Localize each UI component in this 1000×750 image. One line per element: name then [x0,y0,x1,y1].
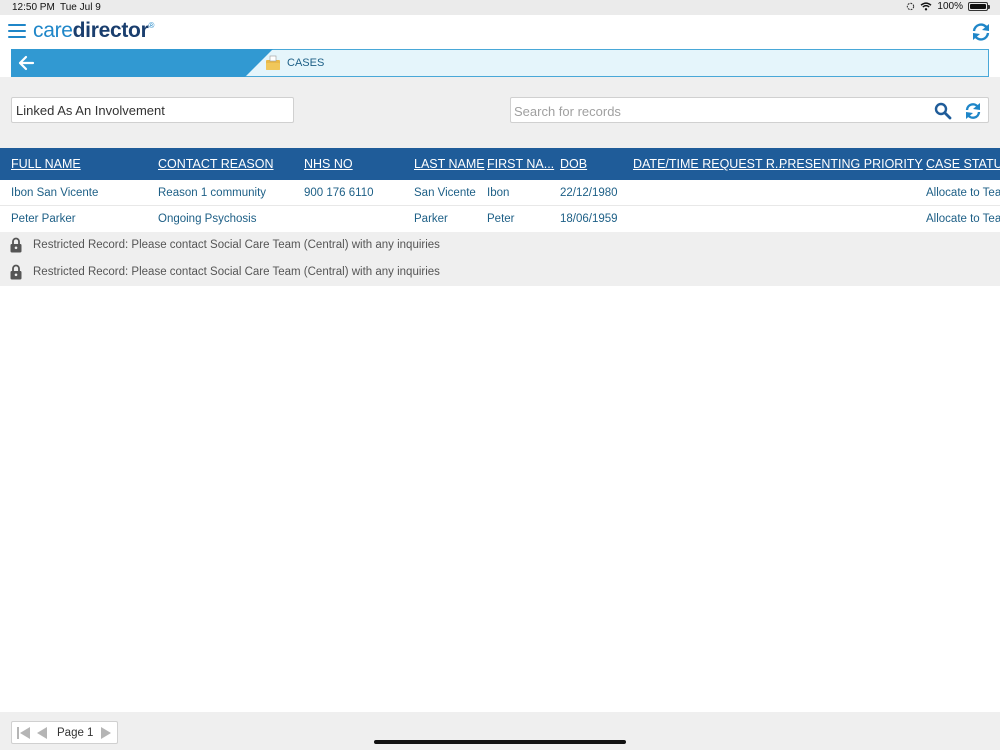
status-right: 100% [906,1,990,12]
restricted-record-text: Restricted Record: Please contact Social… [33,266,440,278]
app-header: caredirector® [0,15,1000,49]
column-last-name[interactable]: LAST NAME [414,157,485,171]
breadcrumb: CASES [11,49,989,77]
column-dob[interactable]: DOB [560,157,587,171]
cell-contact-reason: Reason 1 community [158,187,267,199]
cell-first-name: Ibon [487,187,510,199]
status-date: Tue Jul 9 [60,2,101,13]
wifi-icon [920,2,932,11]
column-presenting-priority[interactable]: PRESENTING PRIORITY [779,157,923,171]
refresh-icon[interactable] [963,101,983,121]
cases-folder-icon [266,55,280,70]
cell-last-name: San Vicente [414,187,476,199]
page-label: Page 1 [57,727,94,739]
home-indicator[interactable] [374,740,626,744]
view-selector[interactable]: Linked As An Involvement [11,97,294,123]
column-datetime-request[interactable]: DATE/TIME REQUEST R... [633,157,785,171]
table-row[interactable]: Peter Parker Ongoing Psychosis Parker Pe… [0,206,1000,232]
footer: Page 1 [0,712,1000,750]
battery-percent: 100% [937,1,963,12]
cell-nhs-no: 900 176 6110 [304,187,374,199]
next-page-icon[interactable] [100,726,112,740]
pager: Page 1 [11,721,118,744]
status-bar: 12:50 PM Tue Jul 9 100% [0,0,1000,15]
sync-icon[interactable] [970,21,992,43]
search-icon[interactable] [934,102,952,120]
column-contact-reason[interactable]: CONTACT REASON [158,157,274,171]
lock-icon [10,264,22,280]
rotation-lock-icon [907,2,915,11]
restricted-record-row[interactable]: Restricted Record: Please contact Social… [0,259,1000,286]
lock-icon [10,237,22,253]
cell-last-name: Parker [414,213,448,225]
cell-dob: 18/06/1959 [560,213,618,225]
cell-first-name: Peter [487,213,515,225]
table-row[interactable]: Ibon San Vicente Reason 1 community 900 … [0,180,1000,206]
previous-page-icon[interactable] [36,726,48,740]
cell-dob: 22/12/1980 [560,187,618,199]
first-page-icon[interactable] [16,726,31,740]
column-first-name[interactable]: FIRST NA... [487,157,554,171]
column-full-name[interactable]: FULL NAME [11,157,81,171]
search-box [510,97,989,123]
app-root: 12:50 PM Tue Jul 9 100% caredirector® CA… [0,0,1000,750]
column-nhs-no[interactable]: NHS NO [304,157,353,171]
status-time: 12:50 PM [12,2,55,13]
table-header: FULL NAME CONTACT REASON NHS NO LAST NAM… [0,148,1000,180]
cell-case-status: Allocate to Team [926,213,1000,225]
cell-full-name: Ibon San Vicente [11,187,99,199]
restricted-record-row[interactable]: Restricted Record: Please contact Social… [0,232,1000,259]
cell-contact-reason: Ongoing Psychosis [158,213,257,225]
back-button[interactable] [11,49,273,77]
breadcrumb-cases[interactable]: CASES [287,57,324,69]
column-case-status[interactable]: CASE STATUS [926,157,1000,171]
menu-icon[interactable] [8,24,26,38]
battery-icon [968,2,990,11]
cell-full-name: Peter Parker [11,213,76,225]
cell-case-status: Allocate to Team [926,187,1000,199]
restricted-record-text: Restricted Record: Please contact Social… [33,239,440,251]
search-input[interactable] [514,102,924,120]
caredirector-logo: caredirector® [33,19,155,42]
